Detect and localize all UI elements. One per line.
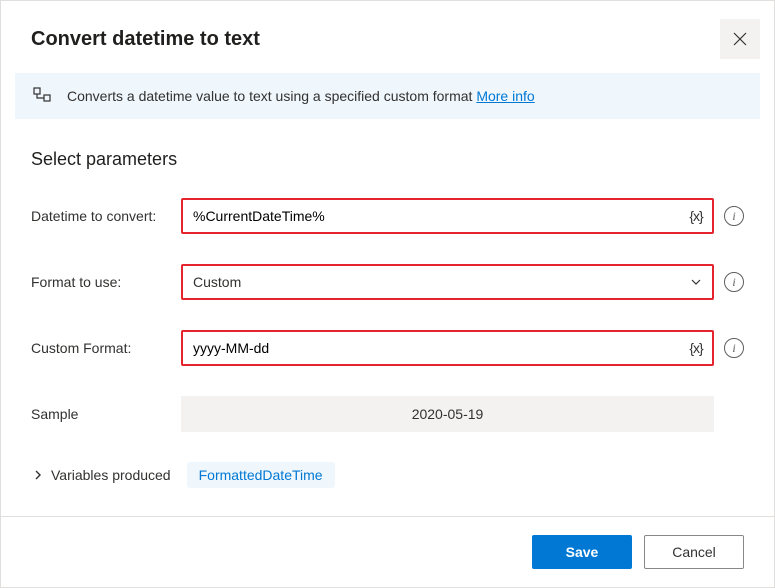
variable-picker-button[interactable]: {x} [680, 200, 712, 232]
dialog-title: Convert datetime to text [31, 28, 260, 51]
datetime-label: Datetime to convert: [31, 208, 181, 224]
more-info-link[interactable]: More info [476, 88, 534, 104]
format-select-wrap[interactable]: Custom [181, 264, 714, 300]
dialog-footer: Save Cancel [1, 516, 774, 587]
format-select-value: Custom [183, 266, 680, 298]
banner-text: Converts a datetime value to text using … [67, 88, 535, 104]
info-icon[interactable]: i [724, 272, 744, 292]
custom-format-input[interactable] [183, 332, 680, 364]
info-icon[interactable]: i [724, 338, 744, 358]
cancel-button[interactable]: Cancel [644, 535, 744, 569]
custom-format-label: Custom Format: [31, 340, 181, 356]
section-title: Select parameters [31, 149, 744, 170]
variables-produced-row: Variables produced FormattedDateTime [31, 462, 744, 488]
dialog-header: Convert datetime to text [1, 1, 774, 73]
sample-row: Sample 2020-05-19 [31, 396, 744, 432]
sample-value: 2020-05-19 [181, 396, 714, 432]
save-button[interactable]: Save [532, 535, 632, 569]
custom-format-row: Custom Format: {x} i [31, 330, 744, 366]
chevron-down-icon [680, 266, 712, 298]
content-area: Select parameters Datetime to convert: {… [1, 119, 774, 516]
chevron-right-icon[interactable] [31, 470, 45, 480]
variable-picker-button[interactable]: {x} [680, 332, 712, 364]
sample-label: Sample [31, 406, 181, 422]
format-row: Format to use: Custom i [31, 264, 744, 300]
format-label: Format to use: [31, 274, 181, 290]
custom-format-input-wrap: {x} [181, 330, 714, 366]
datetime-input[interactable] [183, 200, 680, 232]
datetime-input-wrap: {x} [181, 198, 714, 234]
info-banner: Converts a datetime value to text using … [15, 73, 760, 119]
close-icon [733, 32, 747, 46]
close-button[interactable] [720, 19, 760, 59]
variable-pill[interactable]: FormattedDateTime [187, 462, 335, 488]
action-icon [33, 87, 51, 105]
info-icon[interactable]: i [724, 206, 744, 226]
datetime-row: Datetime to convert: {x} i [31, 198, 744, 234]
variables-produced-label: Variables produced [51, 467, 171, 483]
